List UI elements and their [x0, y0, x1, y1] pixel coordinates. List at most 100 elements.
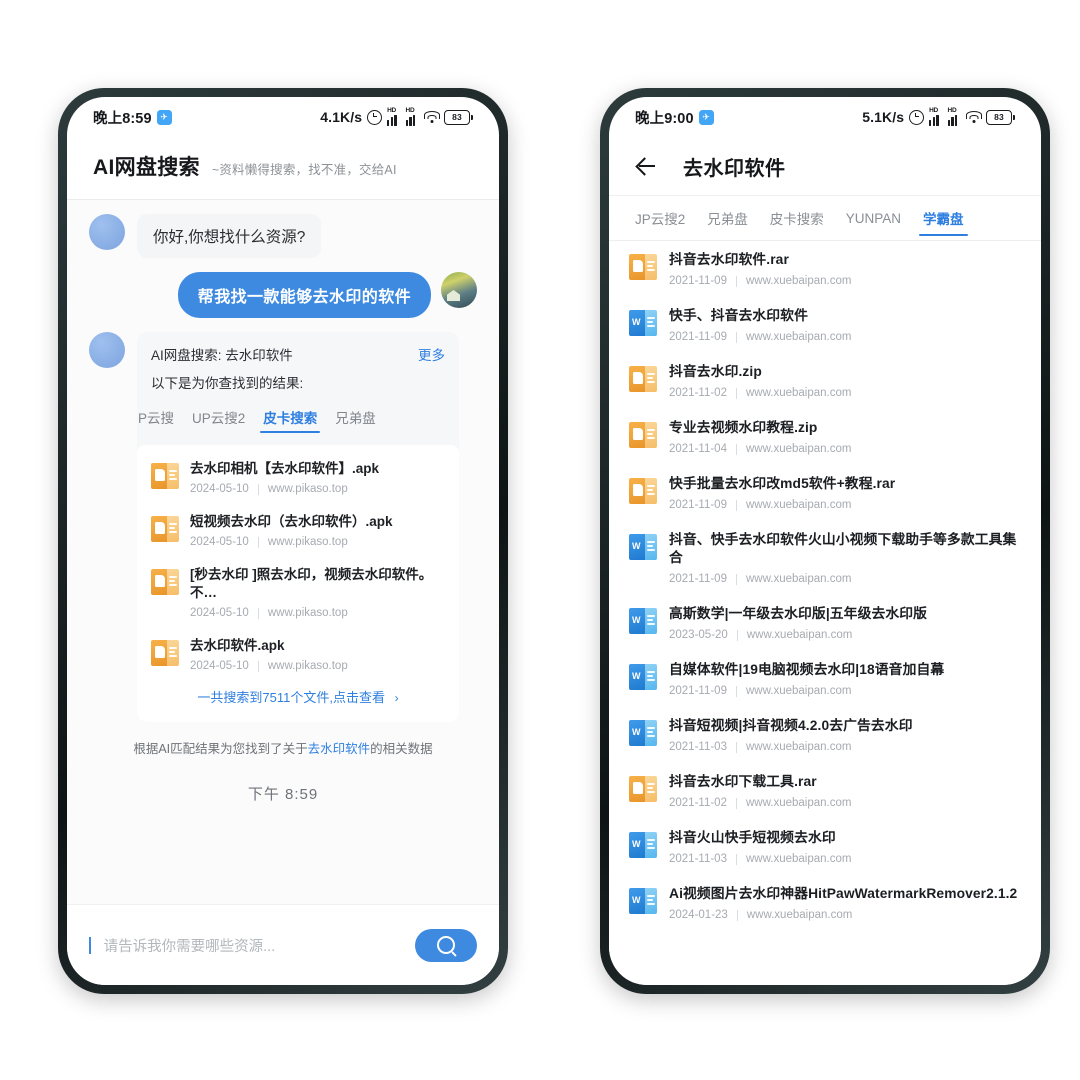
- right-phone-screen: 晚上9:00 ✈ 5.1K/s HD HD 83 去水印软件 JP云搜2 兄弟盘…: [609, 97, 1041, 985]
- file-site: www.pikaso.top: [267, 536, 348, 548]
- file-site: www.pikaso.top: [267, 607, 348, 619]
- table-row[interactable]: 快手批量去水印改md5软件+教程.rar 2021-11-09 www.xueb…: [609, 465, 1041, 521]
- word-file-icon: W: [629, 309, 657, 339]
- status-time: 晚上8:59: [93, 110, 152, 127]
- archive-file-icon: [151, 568, 179, 598]
- user-avatar: [441, 272, 477, 308]
- file-name: 快手、抖音去水印软件: [669, 308, 808, 323]
- result-file-list: 去水印相机【去水印软件】.apk 2024-05-10 www.pikaso.t…: [137, 445, 459, 722]
- chevron-right-icon: ›: [394, 691, 399, 705]
- list-item[interactable]: 短视频去水印（去水印软件）.apk 2024-05-10 www.pikaso.…: [137, 504, 459, 557]
- meta-divider: [735, 387, 737, 399]
- table-row[interactable]: 抖音去水印下载工具.rar 2021-11-02 www.xuebaipan.c…: [609, 763, 1041, 819]
- more-link[interactable]: 更多: [418, 344, 445, 364]
- file-date: 2021-11-09: [669, 573, 727, 585]
- file-name: 抖音短视频|抖音视频4.2.0去广告去水印: [669, 718, 913, 733]
- file-meta: 2024-05-10 www.pikaso.top: [190, 607, 445, 619]
- app-title: AI网盘搜索: [93, 156, 200, 179]
- file-date: 2021-11-09: [669, 331, 727, 343]
- bot-message-bubble: 你好,你想找什么资源?: [137, 214, 322, 258]
- total-count-label: 一共搜索到7511个文件,点击查看: [197, 690, 385, 705]
- file-date: 2024-05-10: [190, 536, 249, 548]
- app-subtitle: ~资料懒得搜索，找不准，交给AI: [211, 163, 397, 177]
- right-phone-mockup: 晚上9:00 ✈ 5.1K/s HD HD 83 去水印软件 JP云搜2 兄弟盘…: [600, 88, 1050, 994]
- file-name: 自媒体软件|19电脑视频去水印|18语音加自幕: [669, 662, 945, 677]
- table-row[interactable]: 专业去视频水印教程.zip 2021-11-04 www.xuebaipan.c…: [609, 409, 1041, 465]
- file-name: 去水印相机【去水印软件】.apk: [190, 461, 380, 476]
- view-all-results-link[interactable]: 一共搜索到7511个文件,点击查看 ›: [137, 681, 459, 718]
- file-name: 去水印软件.apk: [190, 638, 285, 653]
- signal-bars-icon-2: HD: [405, 107, 419, 126]
- file-name: [秒去水印 ]照去水印，视频去水印软件。不…: [190, 567, 433, 600]
- table-row[interactable]: W 高斯数学|一年级去水印版|五年级去水印版 2023-05-20 www.xu…: [609, 595, 1041, 651]
- file-meta: 2021-11-03 www.xuebaipan.com: [669, 741, 913, 753]
- table-row[interactable]: W 抖音、快手去水印软件火山小视频下载助手等多款工具集合 2021-11-09 …: [609, 521, 1041, 595]
- alarm-icon: [367, 109, 383, 125]
- list-item[interactable]: 去水印相机【去水印软件】.apk 2024-05-10 www.pikaso.t…: [137, 451, 459, 504]
- file-date: 2021-11-03: [669, 741, 727, 753]
- meta-divider: [257, 536, 259, 548]
- tab-xuebapan[interactable]: 学霸盘: [913, 196, 974, 240]
- alarm-icon: [909, 109, 925, 125]
- word-file-icon: W: [629, 831, 657, 861]
- search-result-card: AI网盘搜索: 去水印软件 更多 以下是为你查找到的结果: P云搜 UP云搜2 …: [137, 332, 459, 722]
- file-date: 2024-05-10: [190, 483, 249, 495]
- table-row[interactable]: W 抖音火山快手短视频去水印 2021-11-03 www.xuebaipan.…: [609, 819, 1041, 875]
- file-site: www.xuebaipan.com: [745, 499, 852, 511]
- file-date: 2021-11-03: [669, 853, 727, 865]
- file-site: www.xuebaipan.com: [745, 741, 852, 753]
- file-result-list: 抖音去水印软件.rar 2021-11-09 www.xuebaipan.com…: [609, 241, 1041, 985]
- result-tab-2[interactable]: 皮卡搜索: [254, 402, 326, 435]
- meta-divider: [735, 499, 737, 511]
- archive-file-icon: [629, 365, 657, 395]
- table-row[interactable]: W 自媒体软件|19电脑视频去水印|18语音加自幕 2021-11-09 www…: [609, 651, 1041, 707]
- file-name: 抖音、快手去水印软件火山小视频下载助手等多款工具集合: [669, 532, 1017, 565]
- bot-message-row: 你好,你想找什么资源?: [67, 214, 499, 258]
- table-row[interactable]: W 抖音短视频|抖音视频4.2.0去广告去水印 2021-11-03 www.x…: [609, 707, 1041, 763]
- meta-divider: [736, 629, 738, 641]
- archive-file-icon: [629, 253, 657, 283]
- app-header: AI网盘搜索 ~资料懒得搜索，找不准，交给AI: [67, 137, 499, 200]
- result-sub-line: 以下是为你查找到的结果:: [151, 376, 304, 391]
- result-tab-1[interactable]: UP云搜2: [183, 402, 254, 435]
- right-status-bar: 晚上9:00 ✈ 5.1K/s HD HD 83: [609, 97, 1041, 137]
- tab-jp-yunsou-2[interactable]: JP云搜2: [625, 196, 695, 240]
- search-input[interactable]: 请告诉我你需要哪些资源...: [104, 935, 403, 956]
- search-button[interactable]: [415, 928, 477, 962]
- table-row[interactable]: 抖音去水印.zip 2021-11-02 www.xuebaipan.com: [609, 353, 1041, 409]
- list-item[interactable]: [秒去水印 ]照去水印，视频去水印软件。不… 2024-05-10 www.pi…: [137, 557, 459, 628]
- file-site: www.xuebaipan.com: [745, 797, 852, 809]
- left-status-bar: 晚上8:59 ✈ 4.1K/s HD HD 83: [67, 97, 499, 137]
- result-tab-0[interactable]: P云搜: [137, 402, 183, 435]
- wifi-icon: [965, 111, 982, 123]
- network-speed: 4.1K/s: [320, 109, 363, 125]
- table-row[interactable]: W Ai视频图片去水印神器HitPawWatermarkRemover2.1.2…: [609, 875, 1041, 931]
- tab-yunpan[interactable]: YUNPAN: [836, 196, 911, 240]
- bot-avatar: [89, 214, 125, 250]
- list-item[interactable]: 去水印软件.apk 2024-05-10 www.pikaso.top: [137, 628, 459, 681]
- bot-avatar-2: [89, 332, 125, 368]
- file-meta: 2021-11-09 www.xuebaipan.com: [669, 685, 944, 697]
- back-arrow-icon[interactable]: [635, 155, 657, 177]
- file-meta: 2021-11-09 www.xuebaipan.com: [669, 573, 1019, 585]
- file-name: 专业去视频水印教程.zip: [669, 420, 818, 435]
- tab-pikasousuo[interactable]: 皮卡搜索: [760, 196, 834, 240]
- tab-xiongdipan[interactable]: 兄弟盘: [697, 196, 758, 240]
- archive-file-icon: [629, 477, 657, 507]
- search-icon: [437, 936, 455, 954]
- meta-divider: [735, 573, 737, 585]
- file-site: www.xuebaipan.com: [745, 275, 852, 287]
- ai-note-keyword: 去水印软件: [307, 742, 371, 756]
- left-phone-mockup: 晚上8:59 ✈ 4.1K/s HD HD 83 AI网盘搜索 ~资料懒得搜索，…: [58, 88, 508, 994]
- result-tab-3[interactable]: 兄弟盘: [326, 402, 385, 435]
- user-message-bubble: 帮我找一款能够去水印的软件: [177, 272, 431, 318]
- table-row[interactable]: W 快手、抖音去水印软件 2021-11-09 www.xuebaipan.co…: [609, 297, 1041, 353]
- file-date: 2021-11-02: [669, 387, 727, 399]
- signal-bars-icon-1: HD: [387, 107, 400, 126]
- file-name: 抖音去水印软件.rar: [669, 252, 789, 267]
- table-row[interactable]: 抖音去水印软件.rar 2021-11-09 www.xuebaipan.com: [609, 241, 1041, 297]
- file-site: www.pikaso.top: [267, 660, 348, 672]
- status-time: 晚上9:00: [635, 110, 694, 127]
- text-caret: [89, 936, 91, 954]
- file-site: www.xuebaipan.com: [745, 685, 852, 697]
